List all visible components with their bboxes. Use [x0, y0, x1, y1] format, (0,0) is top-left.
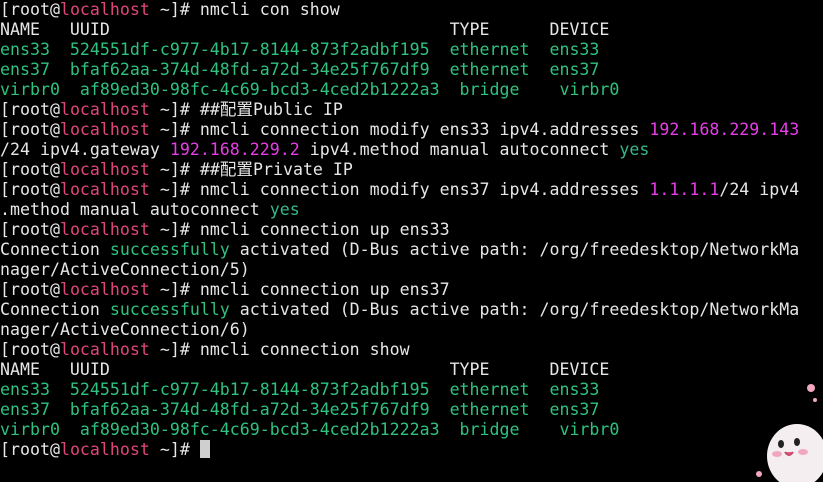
terminal-line: nager/ActiveConnection/6) — [0, 320, 823, 340]
terminal-text-segment: [root@ — [0, 440, 60, 459]
terminal-line: NAME UUID TYPE DEVICE — [0, 20, 823, 40]
terminal-text-segment: [root@ — [0, 0, 60, 19]
terminal-text-segment: 192.168.229.143 — [649, 120, 800, 139]
terminal-text-segment: ens37 bfaf62aa-374d-48fd-a72d-34e25f767d… — [0, 400, 600, 419]
terminal-text-segment: localhost — [59, 280, 150, 299]
terminal-text-segment: [root@ — [0, 340, 60, 359]
terminal-text-segment: Connection — [0, 240, 110, 259]
text-cursor — [199, 440, 210, 458]
terminal-text-segment: NAME UUID TYPE DEVICE — [0, 20, 610, 39]
terminal-text-segment: ens33 524551df-c977-4b17-8144-873f2adbf1… — [0, 40, 600, 59]
terminal-line: nager/ActiveConnection/5) — [0, 260, 823, 280]
terminal-text-segment: ~]# ##配置Private IP — [149, 160, 353, 179]
terminal-text-segment: [root@ — [0, 180, 60, 199]
terminal-text-segment: [root@ — [0, 220, 60, 239]
cartoon-mascot-icon — [756, 384, 823, 482]
terminal-text-segment: Connection — [0, 300, 110, 319]
terminal-text-segment: ens37 bfaf62aa-374d-48fd-a72d-34e25f767d… — [0, 60, 600, 79]
terminal-text-segment: ~]# nmcli con show — [149, 0, 340, 19]
terminal-text-segment: successfully — [109, 300, 230, 319]
terminal-text-segment: /24 ipv4 — [719, 180, 800, 199]
terminal-text-segment: activated (D-Bus active path: /org/freed… — [229, 240, 800, 259]
terminal-line: Connection successfully activated (D-Bus… — [0, 240, 823, 260]
terminal-text-segment: yes — [619, 140, 650, 159]
terminal-text-segment: .method manual autoconnect — [0, 200, 270, 219]
terminal-line: [root@localhost ~]# — [0, 440, 823, 460]
terminal-text-segment: /24 ipv4.gateway — [0, 140, 170, 159]
terminal-line: virbr0 af89ed30-98fc-4c69-bcd3-4ced2b122… — [0, 80, 823, 100]
terminal-text-segment: yes — [269, 200, 300, 219]
terminal-text-segment: virbr0 af89ed30-98fc-4c69-bcd3-4ced2b122… — [0, 420, 620, 439]
terminal-text-segment: localhost — [59, 120, 150, 139]
terminal-text-segment: ~]# nmcli connection modify ens33 ipv4.a… — [149, 120, 650, 139]
terminal-text-segment: localhost — [59, 220, 150, 239]
terminal-line: [root@localhost ~]# ##配置Public IP — [0, 100, 823, 120]
terminal-text-segment: ~]# ##配置Public IP — [149, 100, 343, 119]
terminal-text-segment: localhost — [59, 0, 150, 19]
terminal-text-segment: 1.1.1.1 — [649, 180, 720, 199]
terminal-line: [root@localhost ~]# nmcli connection mod… — [0, 120, 823, 140]
terminal-text-segment: ens33 524551df-c977-4b17-8144-873f2adbf1… — [0, 380, 600, 399]
terminal-line: ens37 bfaf62aa-374d-48fd-a72d-34e25f767d… — [0, 60, 823, 80]
terminal-text-segment: [root@ — [0, 100, 60, 119]
terminal-text-segment: localhost — [59, 340, 150, 359]
terminal-line: NAME UUID TYPE DEVICE — [0, 360, 823, 380]
terminal-line: [root@localhost ~]# nmcli connection mod… — [0, 180, 823, 200]
terminal-text-segment: ~]# nmcli connection show — [149, 340, 410, 359]
terminal-line: [root@localhost ~]# nmcli connection sho… — [0, 340, 823, 360]
terminal-text-segment: ~]# — [149, 440, 200, 459]
terminal-line: Connection successfully activated (D-Bus… — [0, 300, 823, 320]
terminal-text-segment: localhost — [59, 440, 150, 459]
terminal-text-segment: 192.168.229.2 — [169, 140, 300, 159]
terminal-line: /24 ipv4.gateway 192.168.229.2 ipv4.meth… — [0, 140, 823, 160]
terminal-text-segment: successfully — [109, 240, 230, 259]
terminal-line: [root@localhost ~]# nmcli con show — [0, 0, 823, 20]
terminal-text-segment: [root@ — [0, 160, 60, 179]
terminal-window[interactable]: [root@localhost ~]# nmcli con show NAME U… — [0, 0, 823, 482]
terminal-text-segment: nager/ActiveConnection/5) — [0, 260, 250, 279]
terminal-text-segment: ~]# nmcli connection modify ens37 ipv4.a… — [149, 180, 650, 199]
terminal-text-segment: ipv4.method manual autoconnect — [299, 140, 620, 159]
terminal-text-segment: ~]# nmcli connection up ens37 — [149, 280, 450, 299]
terminal-line: ens33 524551df-c977-4b17-8144-873f2adbf1… — [0, 40, 823, 60]
terminal-text-segment: [root@ — [0, 280, 60, 299]
terminal-line: virbr0 af89ed30-98fc-4c69-bcd3-4ced2b122… — [0, 420, 823, 440]
terminal-line: [root@localhost ~]# nmcli connection up … — [0, 220, 823, 240]
terminal-text-segment: ~]# nmcli connection up ens33 — [149, 220, 450, 239]
terminal-line: [root@localhost ~]# nmcli connection up … — [0, 280, 823, 300]
terminal-text-segment: localhost — [59, 160, 150, 179]
terminal-text-segment: localhost — [59, 180, 150, 199]
terminal-line: .method manual autoconnect yes — [0, 200, 823, 220]
terminal-text-segment: activated (D-Bus active path: /org/freed… — [229, 300, 800, 319]
terminal-text-segment: virbr0 af89ed30-98fc-4c69-bcd3-4ced2b122… — [0, 80, 620, 99]
terminal-line: [root@localhost ~]# ##配置Private IP — [0, 160, 823, 180]
terminal-line: ens37 bfaf62aa-374d-48fd-a72d-34e25f767d… — [0, 400, 823, 420]
terminal-line: ens33 524551df-c977-4b17-8144-873f2adbf1… — [0, 380, 823, 400]
terminal-text-segment: [root@ — [0, 120, 60, 139]
terminal-text-segment: NAME UUID TYPE DEVICE — [0, 360, 610, 379]
terminal-text-segment: localhost — [59, 100, 150, 119]
terminal-text-segment: nager/ActiveConnection/6) — [0, 320, 250, 339]
